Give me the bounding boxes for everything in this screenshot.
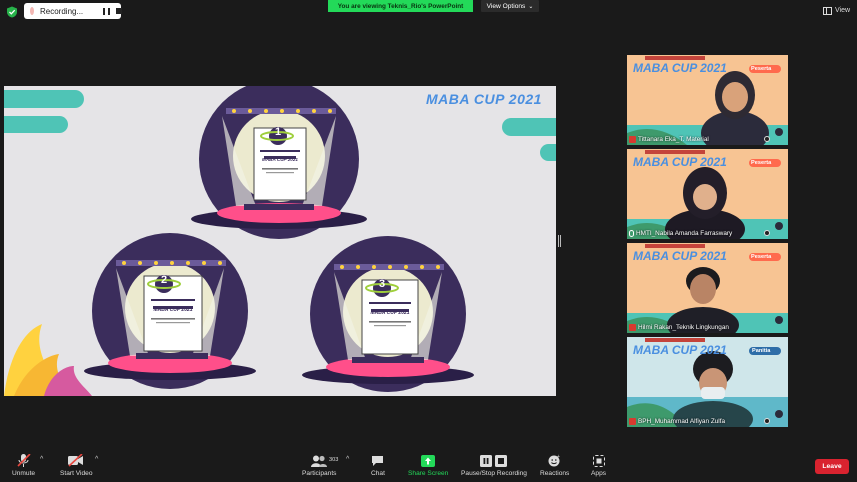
start-video-label: Start Video	[60, 470, 93, 477]
meeting-toolbar: Unmute ^ Start Video ^ Participants 303 …	[0, 448, 857, 482]
video-tile[interactable]: MABA CUP 2021 Peserta Tittanara Eka_T. M…	[627, 55, 788, 145]
place-number-2: 2	[154, 274, 174, 286]
role-badge: Peserta	[751, 160, 772, 166]
tile-banner: MABA CUP 2021	[633, 249, 727, 263]
leave-button[interactable]: Leave	[815, 459, 849, 474]
trophy-3-title: MABA CUP 2021	[370, 310, 410, 316]
start-video-button[interactable]: Start Video	[60, 454, 93, 477]
stage-first-place	[191, 86, 367, 239]
reactions-button[interactable]: + Reactions	[540, 454, 569, 477]
apps-icon	[592, 454, 605, 467]
unmute-label: Unmute	[12, 470, 36, 477]
grid-view-icon	[823, 6, 832, 15]
participant-name: HMTI_Nabila Amanda Farraswary	[629, 230, 732, 237]
place-number-1: 1	[268, 126, 288, 138]
role-badge: Peserta	[751, 66, 772, 72]
share-screen-icon	[421, 454, 436, 467]
view-options-button[interactable]: View Options ⌄	[481, 0, 539, 12]
view-button[interactable]: View	[823, 4, 851, 17]
trophy-1-title: MABA CUP 2021	[262, 157, 298, 162]
mic-muted-icon	[16, 454, 31, 467]
tile-banner: MABA CUP 2021	[633, 343, 727, 357]
chevron-up-icon[interactable]: ^	[40, 456, 43, 463]
pause-icon	[103, 7, 111, 15]
view-options-label: View Options	[486, 2, 526, 10]
participant-name-label: HMTI_Nabila Amanda Farraswary	[636, 230, 733, 237]
slide-logo: MABA CUP 2021	[426, 91, 542, 107]
place-1-digit: 1	[274, 126, 282, 138]
participants-icon	[311, 454, 328, 467]
video-tile[interactable]: MABA CUP 2021 Panitia BPH_Muhammad Alfiy…	[627, 337, 788, 427]
participants-label: Participants	[302, 470, 337, 477]
participant-name-label: Tittanara Eka_T. Material	[638, 136, 709, 143]
video-tile[interactable]: MABA CUP 2021 Peserta HMTI_Nabila Amanda…	[627, 149, 788, 239]
recording-indicator: Recording...	[24, 3, 123, 19]
unmute-button[interactable]: Unmute	[12, 454, 35, 477]
video-tile[interactable]: MABA CUP 2021 Peserta Hilmi Rakan_Teknik…	[627, 243, 788, 333]
mic-icon	[629, 230, 634, 237]
viewing-banner: You are viewing Teknis_Rio's PowerPoint	[328, 0, 473, 12]
pause-stop-recording-button[interactable]: Pause/Stop Recording	[461, 454, 527, 477]
zoom-meeting-window: Recording... You are viewing Teknis_Rio'…	[0, 0, 857, 482]
recording-dot-icon	[30, 7, 34, 15]
mic-muted-icon	[629, 136, 636, 143]
tile-banner: MABA CUP 2021	[633, 155, 727, 169]
pause-stop-icon	[479, 454, 508, 467]
chevron-up-icon[interactable]: ^	[346, 456, 349, 463]
tile-banner: MABA CUP 2021	[633, 61, 727, 75]
place-number-3: 3	[372, 278, 392, 290]
chevron-down-icon: ⌄	[528, 3, 534, 10]
chat-button[interactable]: Chat	[371, 454, 385, 477]
smiley-icon: +	[548, 454, 561, 467]
chevron-up-icon[interactable]: ^	[95, 456, 98, 463]
chat-icon	[371, 454, 384, 467]
svg-text:+: +	[557, 454, 560, 460]
participant-name: Hilmi Rakan_Teknik Lingkungan	[629, 324, 729, 331]
shared-screen: MABA CUP 2021 1 2 3 MABA CUP 2021 MABA C…	[4, 86, 556, 396]
split-drag-handle[interactable]	[558, 235, 561, 247]
participant-name: BPH_Muhammad Alfiyan Zulfa	[629, 418, 725, 425]
place-3-digit: 3	[378, 278, 386, 290]
share-screen-button[interactable]: Share Screen	[408, 454, 448, 477]
pause-recording-button[interactable]	[103, 7, 111, 15]
role-badge: Panitia	[752, 348, 771, 354]
share-screen-label: Share Screen	[408, 470, 449, 477]
trophy-2-title: MABA CUP 2021	[153, 307, 193, 313]
more-options-icon[interactable]	[764, 136, 770, 142]
participants-count: 303	[329, 457, 339, 463]
participant-name-label: Hilmi Rakan_Teknik Lingkungan	[638, 324, 729, 331]
participant-name: Tittanara Eka_T. Material	[629, 136, 709, 143]
view-label: View	[835, 7, 851, 14]
apps-button[interactable]: Apps	[591, 454, 606, 477]
shield-check-icon[interactable]	[6, 6, 18, 18]
more-options-icon[interactable]	[764, 418, 770, 424]
more-options-icon[interactable]	[764, 230, 770, 236]
video-off-icon	[68, 454, 84, 467]
apps-label: Apps	[591, 470, 607, 477]
participant-name-label: BPH_Muhammad Alfiyan Zulfa	[638, 418, 726, 425]
chat-label: Chat	[371, 470, 385, 477]
pause-stop-recording-label: Pause/Stop Recording	[461, 470, 527, 477]
mic-muted-icon	[629, 418, 636, 425]
role-badge: Peserta	[751, 254, 772, 260]
stop-recording-button[interactable]	[116, 7, 123, 15]
mic-muted-icon	[629, 324, 636, 331]
reactions-label: Reactions	[540, 470, 570, 477]
recording-label: Recording...	[40, 6, 84, 16]
place-2-digit: 2	[160, 274, 168, 286]
stop-icon	[116, 8, 123, 14]
